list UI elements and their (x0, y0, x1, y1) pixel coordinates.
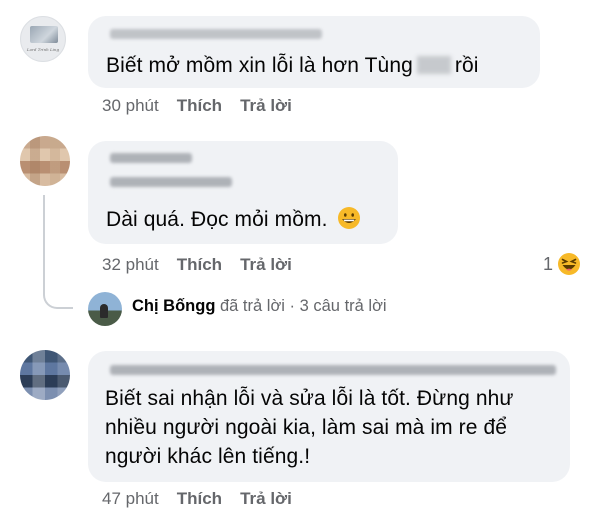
comment-bubble[interactable]: Biết sai nhận lỗi và sửa lỗi là tốt. Đừn… (88, 351, 570, 482)
like-button[interactable]: Thích (177, 96, 222, 115)
comment-actions: 32 phút Thích Trả lời (102, 255, 310, 275)
commenter-avatar[interactable] (20, 136, 70, 186)
blurred-commenter-name[interactable] (110, 177, 232, 187)
blurred-commenter-name[interactable] (110, 365, 556, 375)
view-replies-link[interactable]: Chị Bốngg đã trả lời · 3 câu trả lời (132, 297, 387, 316)
reaction-count: 1 (543, 253, 554, 274)
comment-text-end: rồi (454, 54, 479, 77)
avatar-logo-text: Lord Trinh Ling (26, 47, 60, 52)
comment-time[interactable]: 32 phút (102, 255, 159, 274)
reply-thread-line (43, 195, 73, 309)
blurred-commenter-badge (110, 153, 192, 163)
comment-time[interactable]: 30 phút (102, 96, 159, 115)
comment-actions: 47 phút Thích Trả lời (102, 489, 310, 509)
comment-actions: 30 phút Thích Trả lời (102, 96, 310, 116)
comment-text: Biết mở mồm xin lỗi là hơn Tùng rồi (106, 52, 479, 80)
reaction-summary[interactable]: 1 (543, 250, 581, 278)
comment-text-content: Dài quá. Đọc mỏi mồm. (106, 208, 328, 231)
censored-name (416, 56, 451, 74)
reply-action-text: đã trả lời (220, 297, 285, 315)
like-button[interactable]: Thích (177, 255, 222, 274)
comment-time[interactable]: 47 phút (102, 489, 159, 508)
comment-text-line: Biết sai nhận lỗi và sửa lỗi là tốt. Đừn… (105, 387, 514, 410)
commenter-avatar[interactable] (20, 350, 70, 400)
reply-button[interactable]: Trả lời (240, 489, 292, 508)
blurred-commenter-name[interactable] (110, 29, 322, 39)
comment-bubble[interactable]: Biết mở mồm xin lỗi là hơn Tùng rồi (88, 16, 540, 88)
avatar-person-figure (100, 304, 108, 318)
commenter-avatar[interactable]: Lord Trinh Ling (20, 16, 66, 62)
comment-bubble[interactable]: Dài quá. Đọc mỏi mồm. (88, 141, 398, 244)
comment-text: Dài quá. Đọc mỏi mồm. (106, 206, 361, 234)
replier-name: Chị Bốngg (132, 297, 216, 315)
reply-button[interactable]: Trả lời (240, 96, 292, 115)
like-button[interactable]: Thích (177, 489, 222, 508)
reply-button[interactable]: Trả lời (240, 255, 292, 274)
comment-text-start: Biết mở mồm xin lỗi là hơn Tùng (106, 54, 413, 77)
separator-dot: · (289, 297, 296, 315)
comment-text-line: nhiều người ngoài kia, làm sai mà im re … (105, 416, 508, 439)
grinning-face-emoji (338, 207, 361, 229)
avatar-photo (30, 26, 58, 43)
replier-avatar[interactable] (88, 292, 122, 326)
comment-text-line: người khác lên tiếng.! (105, 445, 311, 468)
laughing-reaction-icon (558, 253, 581, 275)
reply-count: 3 câu trả lời (299, 297, 387, 315)
